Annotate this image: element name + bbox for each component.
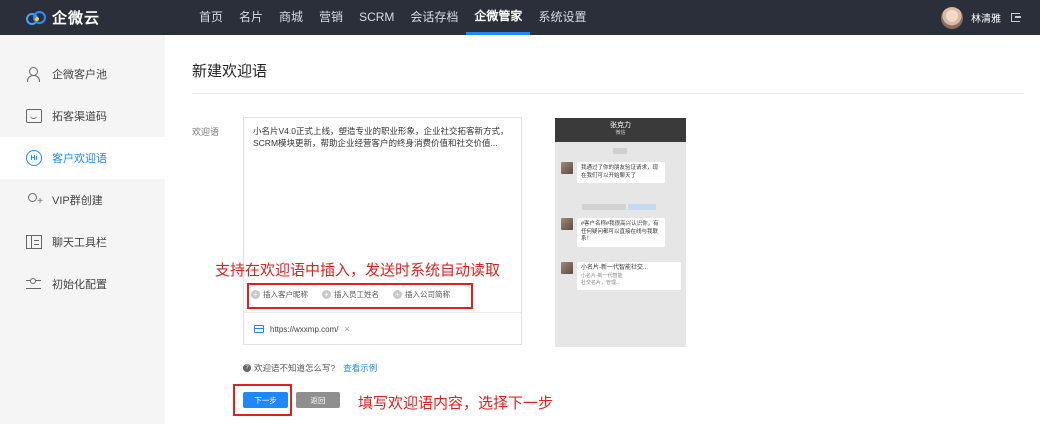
next-button-highlight bbox=[233, 384, 292, 416]
sidebar-item-customer-pool[interactable]: 企微客户池 bbox=[0, 53, 165, 95]
insert-annotation-text: 支持在欢迎语中插入，发送时系统自动读取 bbox=[215, 262, 501, 279]
group-add-icon bbox=[26, 193, 43, 207]
sender-avatar bbox=[561, 262, 573, 274]
nav-item-mall[interactable]: 商城 bbox=[271, 0, 311, 35]
sidebar-item-label: 初始化配置 bbox=[52, 279, 107, 291]
card-line: 社交名片，管理... bbox=[581, 279, 621, 286]
toolbar-book-icon bbox=[26, 235, 42, 249]
sidebar-item-welcome[interactable]: Hi 客户欢迎语 bbox=[0, 137, 165, 179]
nav-item-card[interactable]: 名片 bbox=[231, 0, 271, 35]
attached-link[interactable]: https://wxxmp.com/ × bbox=[254, 324, 350, 334]
sender-avatar bbox=[561, 162, 573, 174]
sidebar-item-init-config[interactable]: 初始化配置 bbox=[0, 263, 165, 305]
sidebar-item-label: 企微客户池 bbox=[52, 69, 107, 81]
sender-avatar bbox=[561, 218, 573, 230]
sidebar-item-channel-code[interactable]: 拓客渠道码 bbox=[0, 95, 165, 137]
link-card: 小名片-新一代智能社交... 小名片-新一代智能 社交名片，管理... bbox=[577, 262, 681, 290]
editor-divider bbox=[244, 312, 521, 313]
chat-message: 小名片-新一代智能社交... 小名片-新一代智能 社交名片，管理... bbox=[561, 262, 681, 290]
example-hint: ? 欢迎语不知道怎么写? 查看示例 bbox=[243, 362, 377, 374]
nav-item-home[interactable]: 首页 bbox=[191, 0, 231, 35]
chat-header: 张克力 微信 bbox=[555, 118, 686, 142]
sidebar: 企微客户池 拓客渠道码 Hi 客户欢迎语 VIP群创建 聊天工具栏 初始化配置 bbox=[0, 35, 165, 424]
question-icon: ? bbox=[243, 364, 251, 372]
nav-item-archive[interactable]: 会话存档 bbox=[402, 0, 466, 35]
chat-message: #客户名称#我很高兴认识你，有任何疑问都可以直接在线与我联系！ bbox=[561, 218, 665, 247]
welcome-message-editor[interactable]: 小名片V4.0正式上线，塑造专业的职业形象，企业社交拓客新方式，SCRM模块更新… bbox=[243, 117, 522, 345]
link-url: https://wxxmp.com/ bbox=[270, 324, 339, 334]
back-button[interactable]: 返回 bbox=[296, 392, 340, 408]
title-divider bbox=[192, 93, 1024, 94]
sidebar-item-label: VIP群创建 bbox=[52, 195, 103, 207]
avatar[interactable] bbox=[941, 6, 963, 29]
main-nav: 首页 名片 商城 营销 SCRM 会话存档 企微管家 系统设置 bbox=[191, 0, 594, 35]
welcome-field-label: 欢迎语 bbox=[192, 127, 220, 137]
view-example-link[interactable]: 查看示例 bbox=[343, 362, 377, 374]
user-menu[interactable]: 林清雅 bbox=[941, 0, 1021, 35]
contact-source: 微信 bbox=[615, 130, 626, 136]
sidebar-item-label: 聊天工具栏 bbox=[52, 237, 107, 249]
next-annotation-text: 填写欢迎语内容，选择下一步 bbox=[358, 395, 554, 412]
welcome-hi-icon: Hi bbox=[26, 150, 42, 166]
page-title: 新建欢迎语 bbox=[192, 63, 268, 80]
contact-name: 张克力 bbox=[610, 122, 631, 129]
logout-icon[interactable] bbox=[1011, 13, 1021, 22]
sidebar-item-label: 客户欢迎语 bbox=[52, 153, 107, 165]
cloud-logo-icon bbox=[26, 10, 46, 25]
sidebar-item-vip-group[interactable]: VIP群创建 bbox=[0, 179, 165, 221]
system-notice bbox=[582, 204, 656, 210]
user-name: 林清雅 bbox=[971, 14, 1001, 25]
message-bubble: #客户名称#我很高兴认识你，有任何疑问都可以直接在线与我联系！ bbox=[577, 218, 665, 247]
nav-item-settings[interactable]: 系统设置 bbox=[530, 0, 594, 35]
sliders-icon bbox=[26, 277, 42, 291]
hint-text: 欢迎语不知道怎么写? bbox=[254, 363, 336, 373]
channel-code-icon bbox=[26, 109, 42, 123]
remove-link-button[interactable]: × bbox=[344, 324, 349, 334]
nav-item-marketing[interactable]: 营销 bbox=[311, 0, 351, 35]
customer-pool-icon bbox=[26, 67, 42, 82]
top-navigation-bar: 企微云 首页 名片 商城 营销 SCRM 会话存档 企微管家 系统设置 林清雅 bbox=[0, 0, 1040, 35]
insert-buttons-highlight bbox=[247, 283, 473, 309]
card-title: 小名片-新一代智能社交... bbox=[581, 265, 648, 271]
sidebar-item-chat-toolbar[interactable]: 聊天工具栏 bbox=[0, 221, 165, 263]
app-logo[interactable]: 企微云 bbox=[26, 7, 166, 28]
nav-item-wecom-manager[interactable]: 企微管家 bbox=[466, 0, 531, 35]
time-stamp-chip bbox=[613, 148, 627, 154]
message-bubble: 我通过了你的朋友验证请求，现在我们可以开始聊天了 bbox=[577, 162, 665, 183]
welcome-message-text[interactable]: 小名片V4.0正式上线，塑造专业的职业形象，企业社交拓客新方式，SCRM模块更新… bbox=[253, 125, 515, 149]
phone-preview: 张克力 微信 我通过了你的朋友验证请求，现在我们可以开始聊天了 #客户名称#我很… bbox=[555, 118, 686, 347]
nav-item-scrm[interactable]: SCRM bbox=[351, 0, 402, 35]
chat-message: 我通过了你的朋友验证请求，现在我们可以开始聊天了 bbox=[561, 162, 665, 183]
link-window-icon bbox=[254, 325, 264, 333]
card-line: 小名片-新一代智能 bbox=[581, 272, 623, 279]
sidebar-item-label: 拓客渠道码 bbox=[52, 111, 107, 123]
logo-text: 企微云 bbox=[52, 10, 101, 27]
